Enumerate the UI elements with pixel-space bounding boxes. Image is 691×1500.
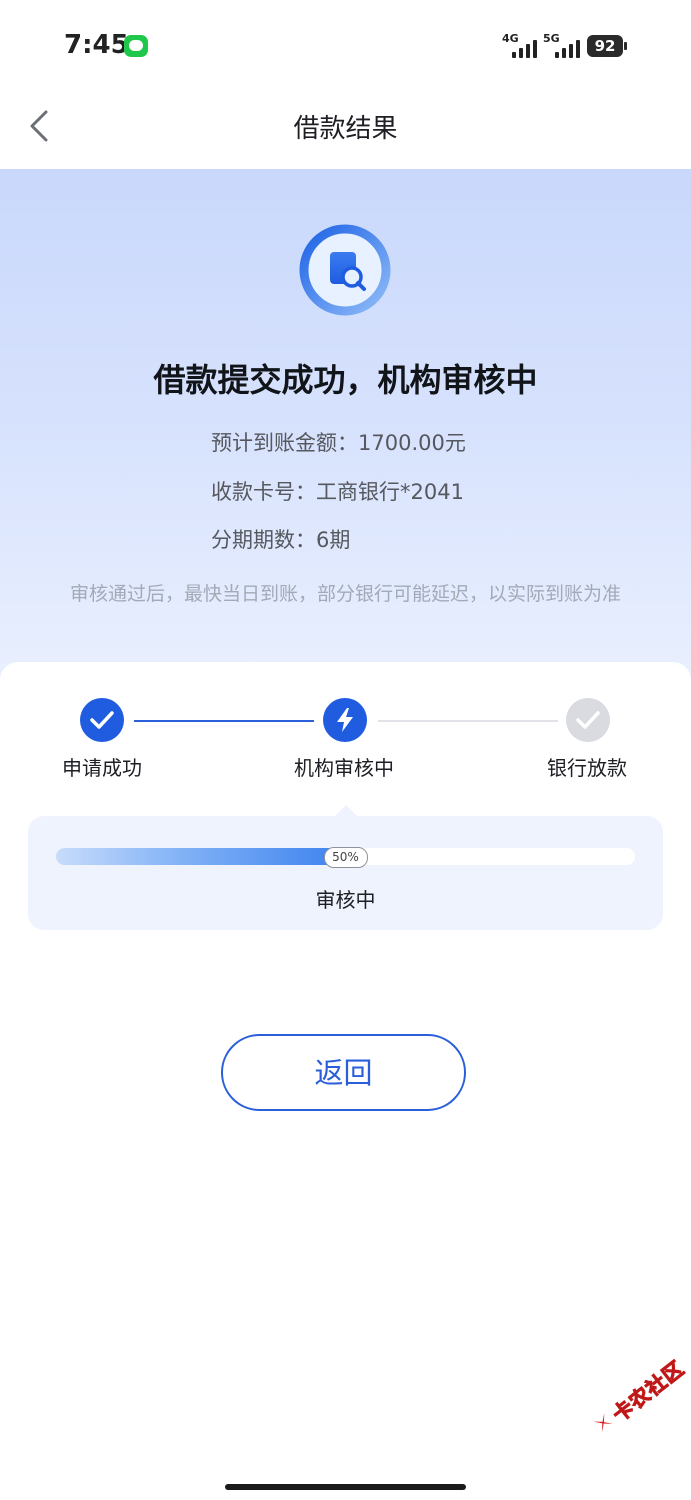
- progress-fill: [56, 848, 346, 865]
- step-done-check-icon: [80, 698, 124, 742]
- step-connector: [378, 720, 558, 722]
- message-notification-icon: [124, 35, 148, 57]
- signal-bars-icon: [555, 38, 580, 58]
- home-indicator[interactable]: [225, 1484, 466, 1490]
- step-pointer: [335, 805, 357, 816]
- progress-card: 申请成功 机构审核中 银行放款 50% 审核中 返回: [0, 662, 691, 1500]
- status-time: 7:45: [64, 30, 129, 60]
- step-label-reviewing: 机构审核中: [294, 756, 394, 780]
- arrival-hint: 审核通过后，最快当日到账，部分银行可能延迟，以实际到账为准: [69, 583, 621, 605]
- nav-bar: 借款结果: [0, 92, 691, 169]
- signal-bars-icon: [512, 38, 537, 58]
- progress-track: 50%: [56, 847, 635, 868]
- progress-status-text: 审核中: [315, 888, 376, 912]
- page-title: 借款结果: [293, 114, 398, 144]
- step-connector: [134, 720, 314, 722]
- step-label-applied: 申请成功: [62, 756, 142, 780]
- result-summary: 借款提交成功，机构审核中 预计到账金额：1700.00元 收款卡号：工商银行*2…: [0, 169, 691, 689]
- document-search-icon: [299, 224, 391, 316]
- expected-amount: 预计到账金额：1700.00元: [211, 431, 466, 455]
- status-bar: 7:45 4G 5G 92: [0, 0, 691, 92]
- step-active-lightning-icon: [323, 698, 367, 742]
- progress-percent-badge: 50%: [323, 847, 368, 868]
- review-progress-panel: 50% 审核中: [28, 816, 663, 930]
- return-button[interactable]: 返回: [221, 1034, 466, 1111]
- result-title: 借款提交成功，机构审核中: [153, 361, 538, 399]
- step-pending-check-icon: [566, 698, 610, 742]
- battery-icon: 92: [587, 35, 627, 57]
- step-label-disbursement: 银行放款: [547, 756, 627, 780]
- receiving-card: 收款卡号：工商银行*2041: [211, 480, 464, 504]
- installment-count: 分期期数：6期: [211, 528, 351, 552]
